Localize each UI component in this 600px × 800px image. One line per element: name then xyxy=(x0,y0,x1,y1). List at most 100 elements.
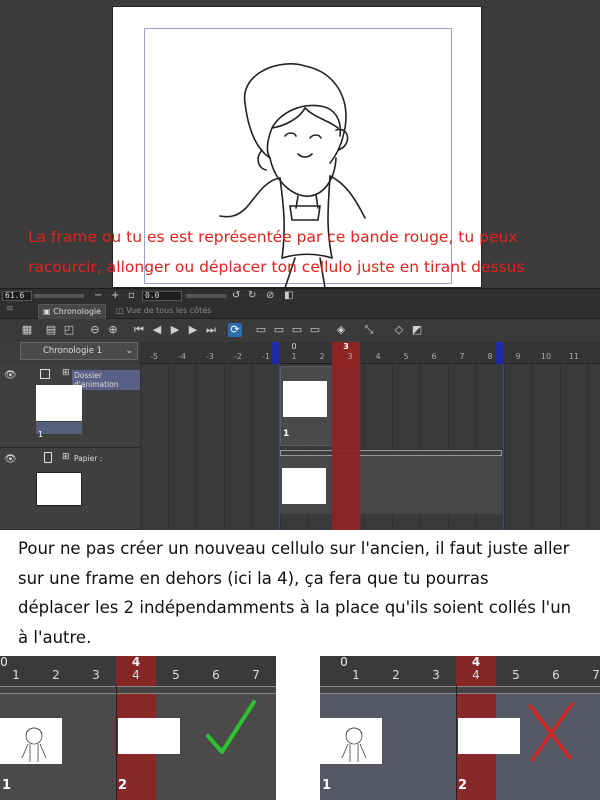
ruler-number[interactable]: -2 xyxy=(228,352,248,361)
ruler-number[interactable]: 11 xyxy=(564,352,584,361)
canvas-area[interactable]: La frame ou tu es est représentée par ce… xyxy=(0,0,600,288)
layer-icon xyxy=(40,369,50,379)
tab-chronologie-label: Chronologie xyxy=(53,307,102,316)
layer-name-paper: Papier : xyxy=(74,454,103,463)
example-incorrect: 04123456712 xyxy=(320,656,600,800)
grid-column-line xyxy=(196,364,197,530)
ruler-number[interactable]: 8 xyxy=(480,352,500,361)
new-timeline-icon[interactable]: ▦ xyxy=(20,323,34,337)
ruler-current-frame: 3 xyxy=(343,342,349,351)
ruler-number[interactable]: 10 xyxy=(536,352,556,361)
grid-column-line xyxy=(588,364,589,530)
tab-vue-tous-cotes[interactable]: ◫ Vue de tous les côtés xyxy=(112,304,215,319)
eye-icon[interactable]: 👁 xyxy=(4,454,17,465)
example-cel-divider xyxy=(116,686,117,800)
tab-chronologie[interactable]: ▣ Chronologie xyxy=(38,304,107,319)
rotate-left-icon[interactable]: ↺ xyxy=(232,289,240,303)
ruler-number[interactable]: -1 xyxy=(256,352,276,361)
ruler-number[interactable]: -5 xyxy=(144,352,164,361)
zoom-slider[interactable] xyxy=(34,294,84,298)
example-ruler-number: 6 xyxy=(212,668,220,682)
layer-name-animation-folder: Dossier d'animation xyxy=(72,370,140,390)
grid-column-line xyxy=(224,364,225,530)
example-ruler-number: 7 xyxy=(592,668,600,682)
new-animation-folder-icon[interactable]: ▭ xyxy=(254,323,268,337)
paper-thumbnail[interactable] xyxy=(36,472,82,506)
ruler-number[interactable]: 4 xyxy=(368,352,388,361)
annotation-line-2: racourcir, allonger ou déplacer ton cell… xyxy=(28,258,525,276)
play-icon[interactable]: ▶ xyxy=(168,323,182,337)
ruler-number[interactable]: 7 xyxy=(452,352,472,361)
eye-icon[interactable]: 👁 xyxy=(4,370,17,381)
expand-icon[interactable]: ⊞ xyxy=(62,452,70,462)
keyframe-edit-icon[interactable]: ◩ xyxy=(410,323,424,337)
menu-icon[interactable]: ≡ xyxy=(6,304,14,314)
ruler-number[interactable]: 5 xyxy=(396,352,416,361)
example-cel-b-thumbnail xyxy=(458,718,520,754)
rotation-input[interactable]: 0.0 xyxy=(142,291,182,301)
ruler-number[interactable]: 1 xyxy=(284,352,304,361)
delete-cel-icon[interactable]: ▭ xyxy=(308,323,322,337)
frame-settings-icon[interactable]: ▤ xyxy=(44,323,58,337)
zoom-out-icon[interactable]: − xyxy=(94,289,102,303)
keyframe-tools-icon[interactable]: ⤡ xyxy=(362,323,376,337)
range-end-line xyxy=(503,364,504,530)
cel-number: 1 xyxy=(283,429,290,439)
zoom-input[interactable]: 61.6 xyxy=(2,291,32,301)
ruler-number[interactable]: -4 xyxy=(172,352,192,361)
example-cel-b-thumbnail xyxy=(118,718,180,754)
grid-column-line xyxy=(504,364,505,530)
example-range-bar xyxy=(320,686,600,694)
last-frame-icon[interactable]: ⏭ xyxy=(204,323,218,337)
prev-frame-icon[interactable]: ◀ xyxy=(150,323,164,337)
zoom-in-icon[interactable]: + xyxy=(111,289,119,303)
frame-ruler[interactable]: -5 -4 -3 -2 -1 1 2 3 4 5 6 7 8 9 10 11 0 3 xyxy=(140,342,600,364)
new-cel-icon[interactable]: ▭ xyxy=(272,323,286,337)
onion-icon[interactable]: ◰ xyxy=(62,323,76,337)
grid-column-line xyxy=(532,364,533,530)
ruler-zero-label: 0 xyxy=(291,342,297,351)
expand-icon[interactable]: ⊞ xyxy=(62,368,70,378)
keyframe-icon[interactable]: ◈ xyxy=(334,323,348,337)
layer-thumbnail[interactable] xyxy=(36,385,82,421)
keyframe-fill-icon[interactable]: ◇ xyxy=(392,323,406,337)
ruler-number[interactable]: 9 xyxy=(508,352,528,361)
example-ruler-number: 4 xyxy=(132,668,140,682)
ruler-number[interactable]: 2 xyxy=(312,352,332,361)
playhead[interactable] xyxy=(332,364,360,530)
next-frame-icon[interactable]: ▶ xyxy=(186,323,200,337)
timeline-panel: ≡ ▣ Chronologie ◫ Vue de tous les côtés … xyxy=(0,302,600,530)
fit-icon[interactable]: ▫ xyxy=(128,289,135,303)
ruler-number[interactable]: 6 xyxy=(424,352,444,361)
example-cel-a-number: 1 xyxy=(2,778,12,793)
layer-row-paper[interactable]: 👁 ⊞ Papier : xyxy=(0,448,140,530)
zoom-in-icon[interactable]: ⊕ xyxy=(106,323,120,337)
timeline-select[interactable]: Chronologie 1 ⌄ xyxy=(20,342,138,360)
example-cel-b-number: 2 xyxy=(118,778,128,793)
loop-icon[interactable]: ⟳ xyxy=(228,323,242,337)
specify-cel-icon[interactable]: ▭ xyxy=(290,323,304,337)
rotate-right-icon[interactable]: ↻ xyxy=(248,289,256,303)
ruler-number[interactable]: 3 xyxy=(340,352,360,361)
explanation-text: Pour ne pas créer un nouveau cellulo sur… xyxy=(18,534,594,652)
example-range-bar xyxy=(0,686,276,694)
layer-cel-label-bg: 1 xyxy=(36,422,82,439)
example-ruler-number: 7 xyxy=(252,668,260,682)
ruler-number[interactable]: -3 xyxy=(200,352,220,361)
example-ruler-number: 2 xyxy=(392,668,400,682)
rotation-slider[interactable] xyxy=(186,294,226,298)
reset-rotation-icon[interactable]: ⊘ xyxy=(266,289,274,303)
timeline-grid[interactable]: 1 xyxy=(140,364,600,530)
grid-column-line xyxy=(168,364,169,530)
example-cel-a-thumbnail xyxy=(0,718,62,764)
cross-icon xyxy=(528,702,574,762)
flip-icon[interactable]: ◧ xyxy=(284,289,293,303)
first-frame-icon[interactable]: ⏮ xyxy=(132,323,146,337)
explanation-line-4: à l'autre. xyxy=(18,627,92,647)
zoom-out-icon[interactable]: ⊖ xyxy=(88,323,102,337)
camera-icon: ◫ xyxy=(116,306,127,315)
example-cel-divider xyxy=(456,686,457,800)
chevron-down-icon: ⌄ xyxy=(125,346,133,356)
layer-row-animation-folder[interactable]: 👁 ⊞ Dossier d'animation 1 xyxy=(0,364,140,448)
example-ruler-number: 3 xyxy=(432,668,440,682)
